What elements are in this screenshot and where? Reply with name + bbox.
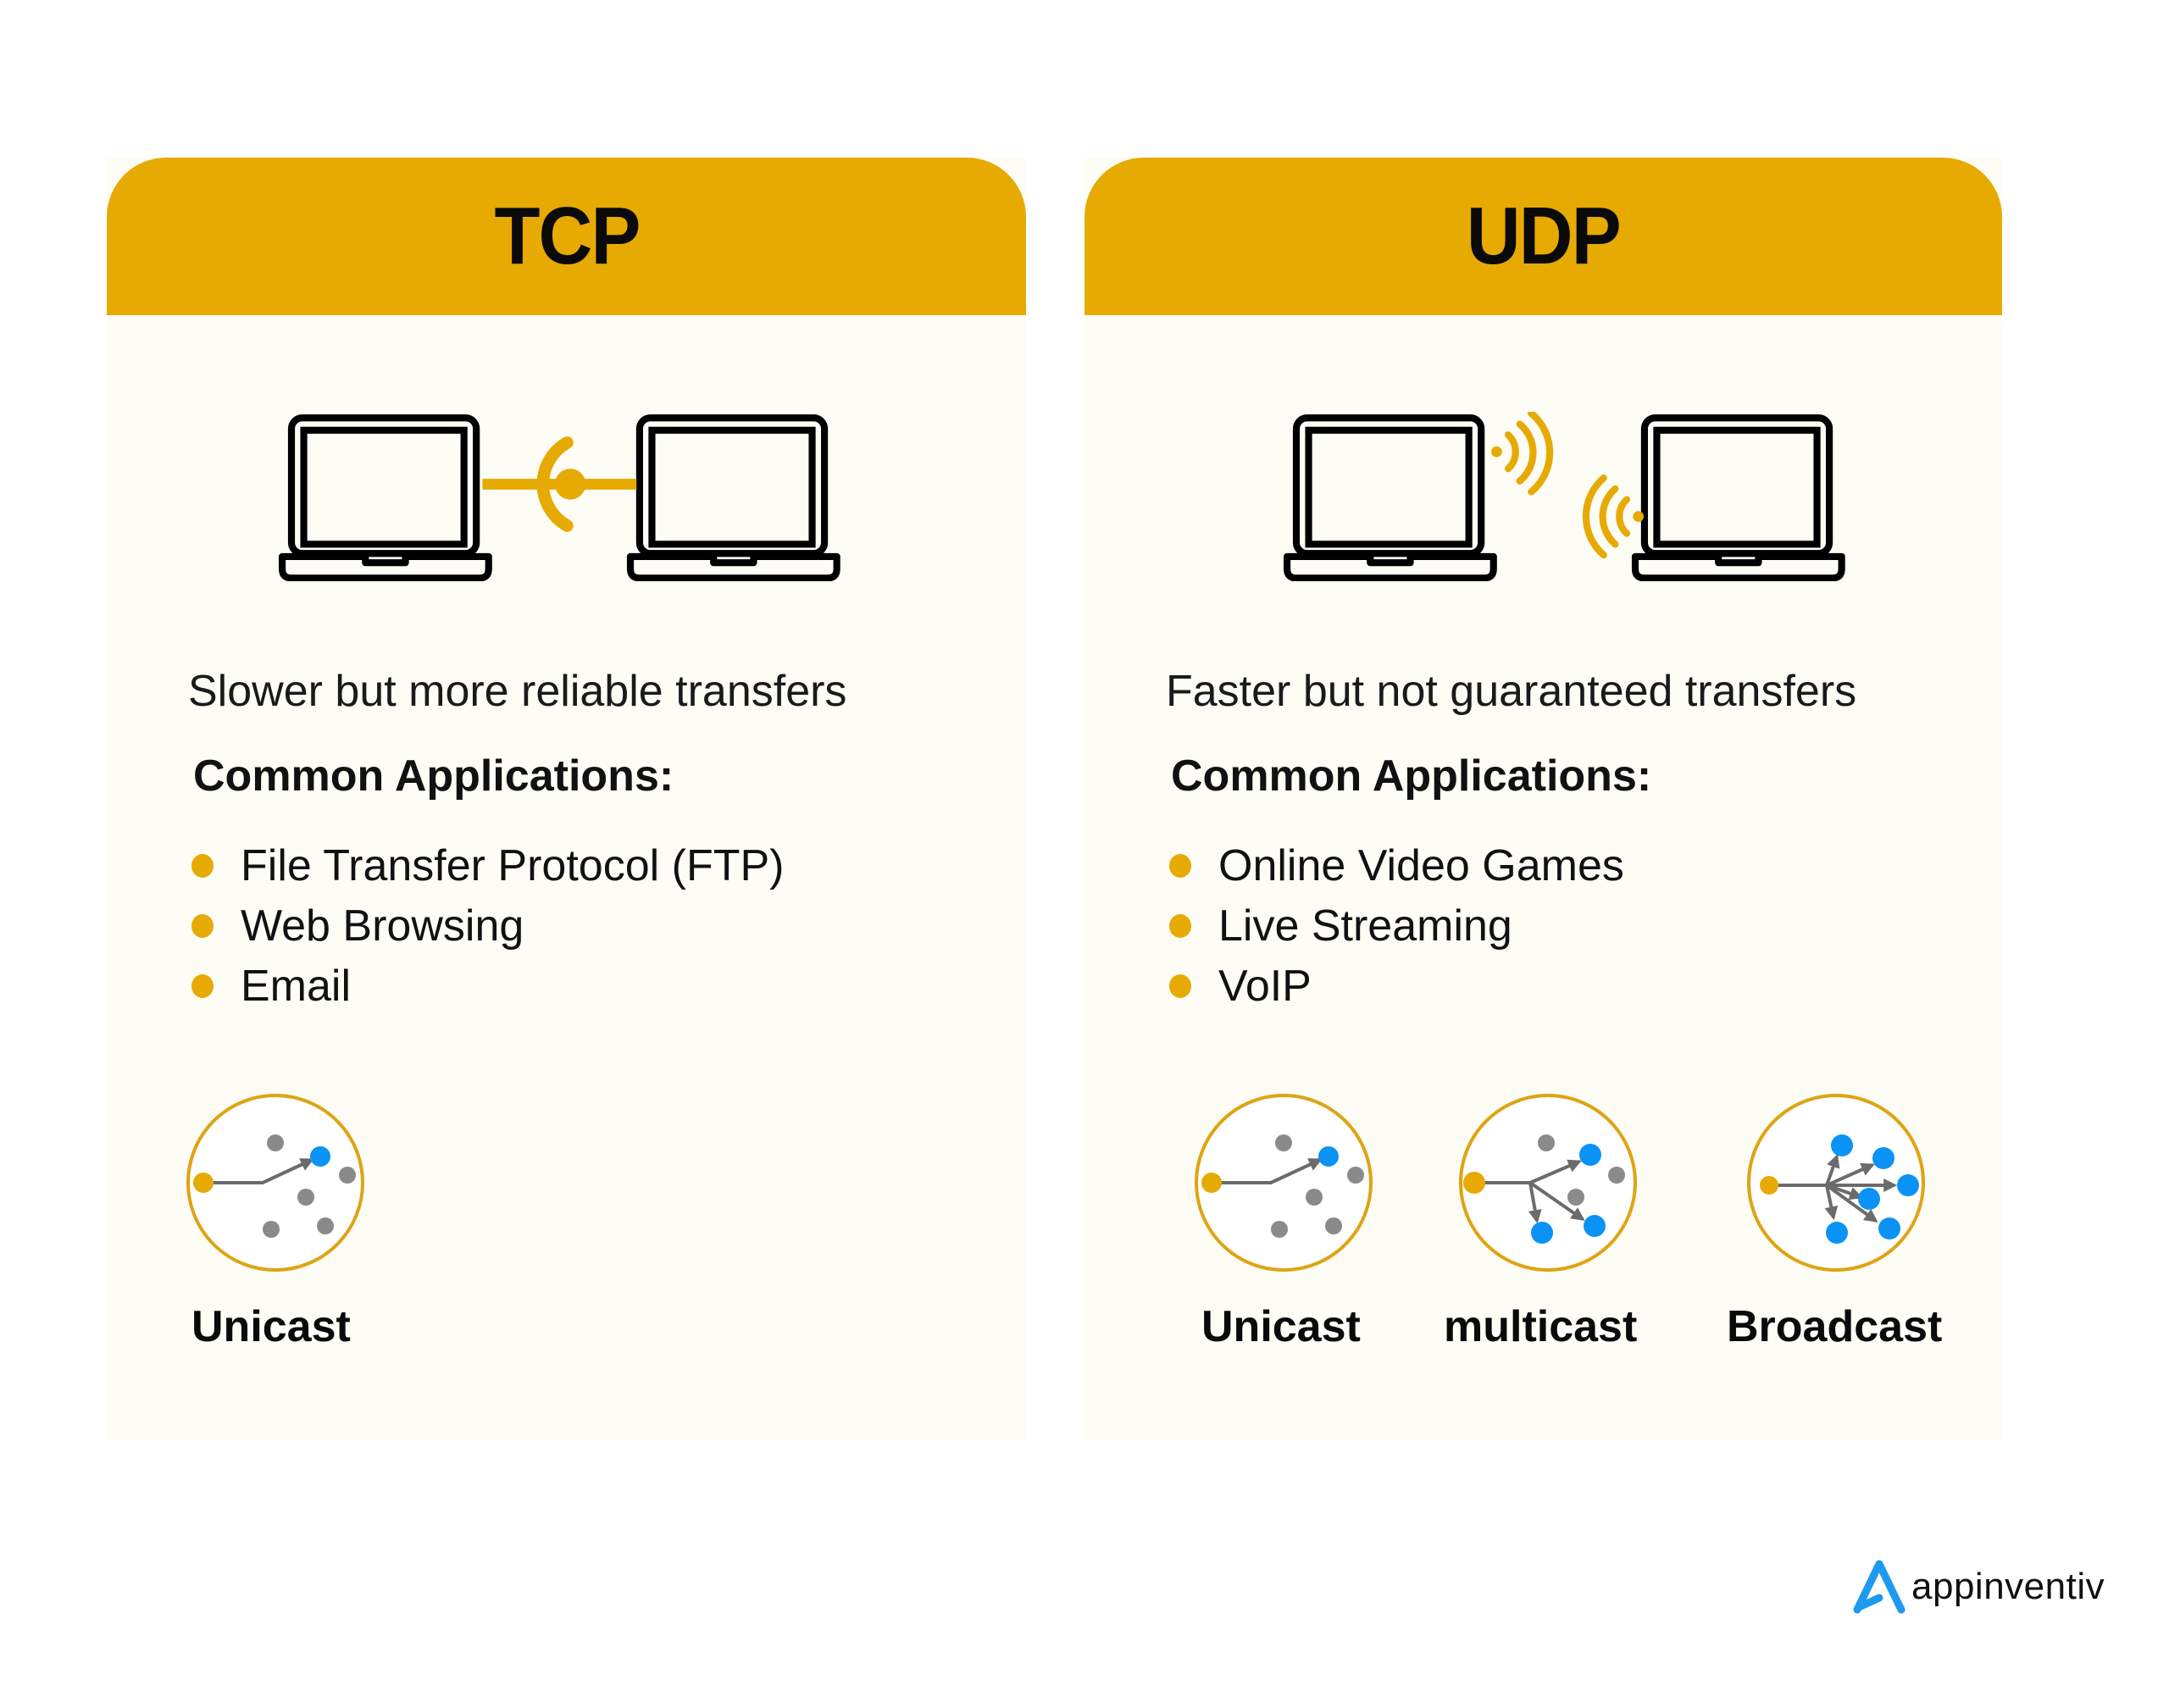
multicast-icon	[1459, 1094, 1637, 1272]
udp-header: UDP	[1084, 158, 2002, 315]
list-item: Email	[191, 956, 784, 1016]
tcp-app-list: File Transfer Protocol (FTP) Web Browsin…	[191, 835, 784, 1016]
udp-cast-label-multicast: multicast	[1444, 1302, 1638, 1351]
wifi-out-icon	[1491, 412, 1554, 496]
socket-dot	[554, 469, 586, 500]
bullet-icon	[1169, 973, 1191, 998]
laptop-icon	[282, 418, 489, 578]
bullet-icon	[191, 973, 214, 998]
bullet-icon	[1169, 913, 1191, 938]
udp-cast-label-broadcast: Broadcast	[1727, 1302, 1943, 1351]
wifi-in-icon	[1582, 474, 1644, 559]
list-item: Web Browsing	[191, 896, 784, 956]
list-item: Live Streaming	[1169, 896, 1624, 956]
appinventiv-logo-icon	[1853, 1560, 1906, 1614]
laptops-wireless-icon	[1254, 412, 1881, 581]
udp-card: UDP Faster but not guaranteed transfers …	[1084, 158, 2002, 1440]
tcp-cast-label-unicast: Unicast	[191, 1302, 351, 1351]
unicast-icon	[1195, 1094, 1373, 1272]
tcp-apps-heading: Common Applications:	[193, 751, 674, 801]
broadcast-icon	[1747, 1094, 1925, 1272]
laptop-icon	[1287, 418, 1494, 578]
bullet-icon	[1169, 853, 1191, 878]
list-item: Online Video Games	[1169, 835, 1624, 896]
laptops-connected-icon	[249, 412, 876, 581]
unicast-icon	[186, 1094, 364, 1272]
udp-app-list: Online Video Games Live Streaming VoIP	[1169, 835, 1624, 1016]
bullet-icon	[191, 913, 214, 938]
appinventiv-logo: appinventiv	[1850, 1557, 2105, 1616]
list-item: VoIP	[1169, 956, 1624, 1016]
laptop-icon	[630, 418, 837, 578]
udp-description: Faster but not guaranteed transfers	[1166, 667, 1857, 716]
logo-text: appinventiv	[1911, 1566, 2105, 1607]
udp-apps-heading: Common Applications:	[1171, 751, 1652, 801]
tcp-title: TCP	[493, 191, 641, 281]
tcp-description: Slower but more reliable transfers	[188, 667, 847, 716]
udp-cast-label-unicast: Unicast	[1201, 1302, 1361, 1351]
tcp-card: TCP Slower but more reliable transfers C…	[107, 158, 1026, 1440]
bullet-icon	[191, 853, 214, 878]
laptop-icon	[1635, 418, 1842, 578]
tcp-header: TCP	[107, 158, 1026, 315]
list-item: File Transfer Protocol (FTP)	[191, 835, 784, 896]
udp-title: UDP	[1467, 191, 1622, 281]
